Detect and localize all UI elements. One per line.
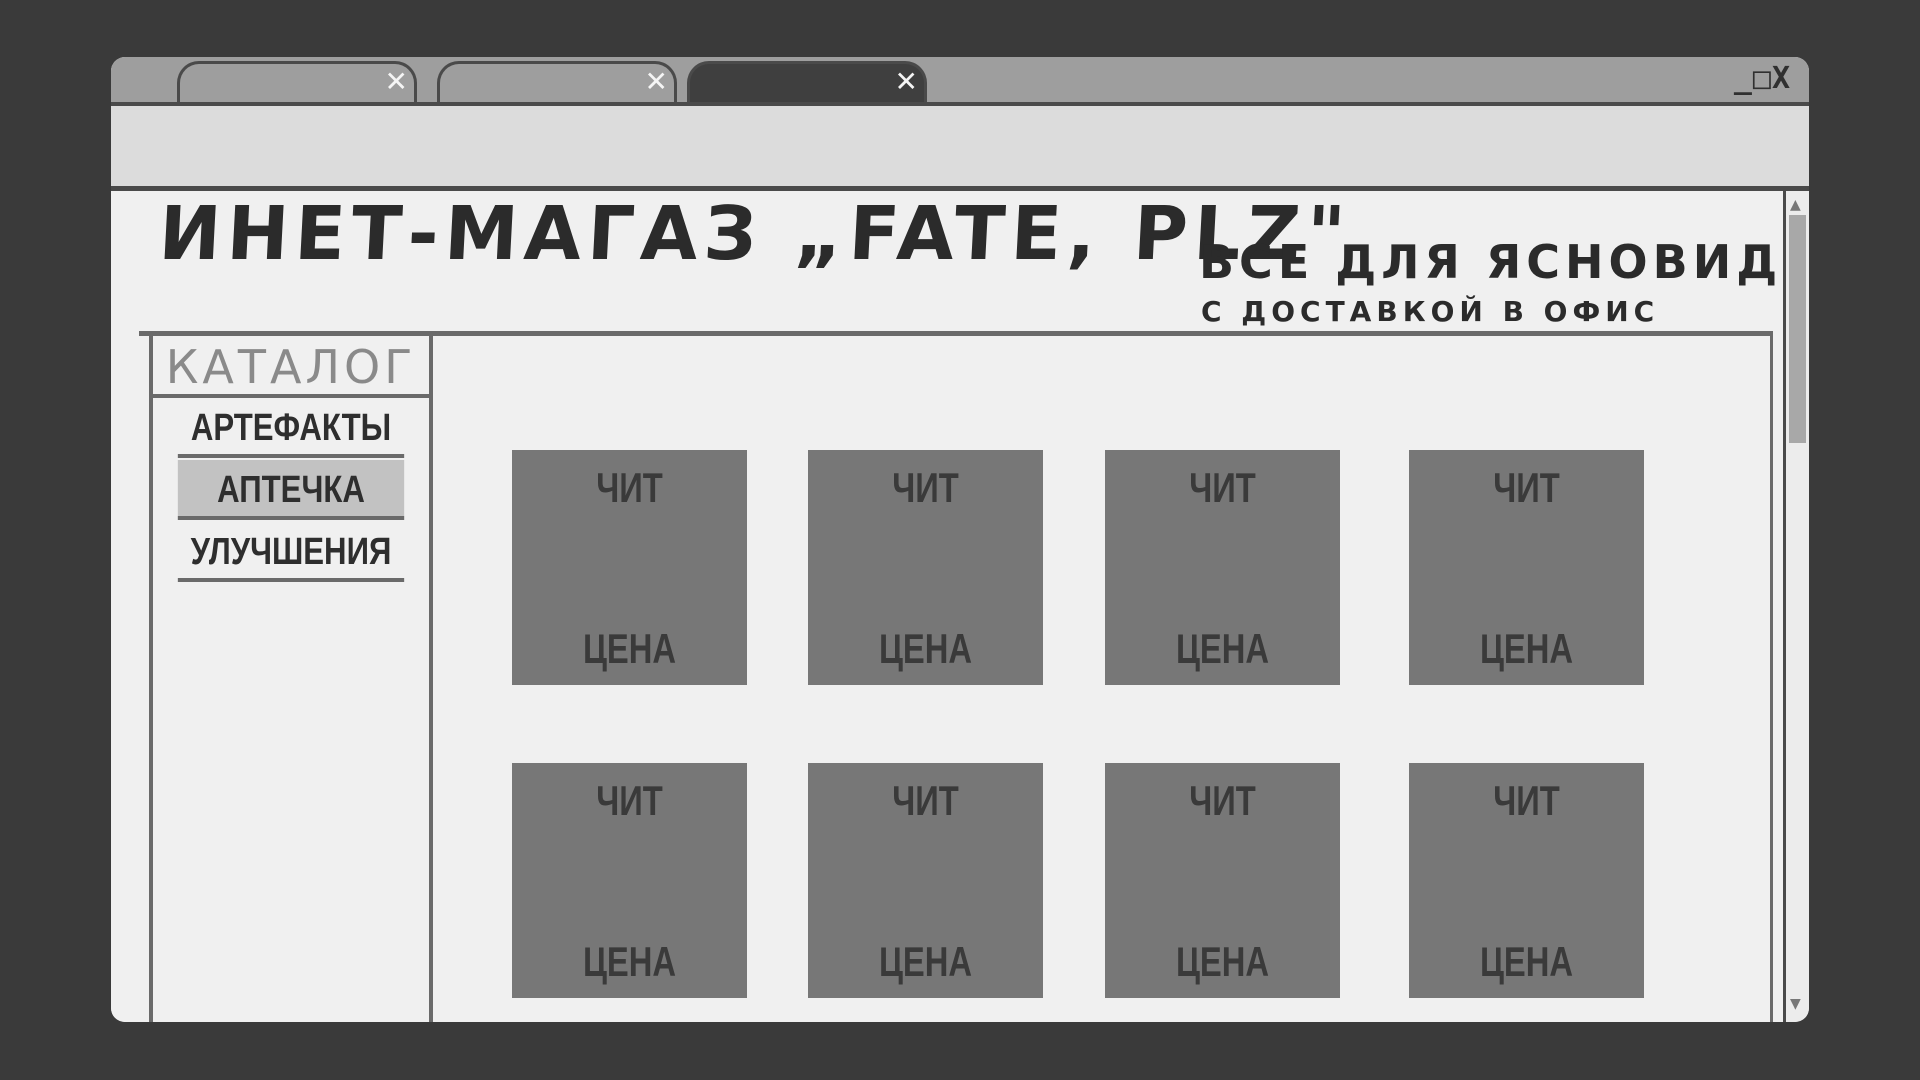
- scroll-thumb[interactable]: [1789, 215, 1806, 443]
- browser-toolbar: [111, 106, 1809, 191]
- product-price: ЦЕНА: [878, 938, 973, 985]
- product-price: ЦЕНА: [1175, 938, 1270, 985]
- sidebar-item-first-aid[interactable]: АПТЕЧКА: [177, 460, 405, 520]
- product-name: ЧИТ: [1189, 464, 1256, 511]
- site-subtagline: С ДОСТАВКОЙ В ОФИС: [1201, 295, 1660, 328]
- catalog-sidebar: КАТАЛОГ АРТЕФАКТЫ АПТЕЧКА УЛУЧШЕНИЯ: [149, 331, 433, 1022]
- catalog-title: КАТАЛОГ: [153, 336, 429, 398]
- product-card[interactable]: ЧИТ ЦЕНА: [1105, 450, 1340, 685]
- site-title: ИНЕТ-МАГАЗ „FATE, PLZ": [156, 191, 1354, 277]
- product-card[interactable]: ЧИТ ЦЕНА: [512, 450, 747, 685]
- site-tagline: ВСЕ ДЛЯ ЯСНОВИДЦА: [1199, 235, 1809, 289]
- product-price: ЦЕНА: [582, 938, 677, 985]
- tab-3-active[interactable]: ✕: [687, 61, 927, 102]
- minimize-icon[interactable]: _: [1734, 61, 1753, 96]
- product-card[interactable]: ЧИТ ЦЕНА: [808, 763, 1043, 998]
- product-name: ЧИТ: [1189, 777, 1256, 824]
- browser-window: ✕ ✕ ✕ _□X ИНЕТ-МАГАЗ „FATE, PLZ" ВСЕ ДЛЯ…: [111, 57, 1809, 1022]
- product-card[interactable]: ЧИТ ЦЕНА: [808, 450, 1043, 685]
- close-window-icon[interactable]: X: [1772, 61, 1791, 96]
- product-card[interactable]: ЧИТ ЦЕНА: [512, 763, 747, 998]
- product-card[interactable]: ЧИТ ЦЕНА: [1409, 763, 1644, 998]
- tab-1[interactable]: ✕: [177, 61, 417, 102]
- product-price: ЦЕНА: [1479, 938, 1574, 985]
- product-name: ЧИТ: [892, 777, 959, 824]
- scroll-up-arrow-icon[interactable]: ▲: [1790, 197, 1801, 213]
- maximize-icon[interactable]: □: [1753, 61, 1772, 96]
- page-content: ИНЕТ-МАГАЗ „FATE, PLZ" ВСЕ ДЛЯ ЯСНОВИДЦА…: [111, 191, 1809, 1022]
- sidebar-item-upgrades[interactable]: УЛУЧШЕНИЯ: [177, 522, 405, 582]
- product-card[interactable]: ЧИТ ЦЕНА: [1409, 450, 1644, 685]
- tab-strip: ✕ ✕ ✕ _□X: [111, 57, 1809, 106]
- vertical-scrollbar[interactable]: ▲ ▼: [1783, 191, 1809, 1022]
- product-card[interactable]: ЧИТ ЦЕНА: [1105, 763, 1340, 998]
- product-name: ЧИТ: [892, 464, 959, 511]
- product-name: ЧИТ: [1493, 777, 1560, 824]
- tab-close-icon[interactable]: ✕: [385, 68, 408, 96]
- sidebar-item-artifacts[interactable]: АРТЕФАКТЫ: [177, 398, 405, 458]
- scroll-down-arrow-icon[interactable]: ▼: [1790, 996, 1801, 1012]
- window-controls: _□X: [1734, 61, 1791, 96]
- tab-2[interactable]: ✕: [437, 61, 677, 102]
- tab-close-icon[interactable]: ✕: [895, 68, 918, 96]
- product-name: ЧИТ: [596, 464, 663, 511]
- product-price: ЦЕНА: [1175, 625, 1270, 672]
- product-name: ЧИТ: [596, 777, 663, 824]
- tab-close-icon[interactable]: ✕: [645, 68, 668, 96]
- product-price: ЦЕНА: [582, 625, 677, 672]
- product-price: ЦЕНА: [878, 625, 973, 672]
- product-name: ЧИТ: [1493, 464, 1560, 511]
- product-price: ЦЕНА: [1479, 625, 1574, 672]
